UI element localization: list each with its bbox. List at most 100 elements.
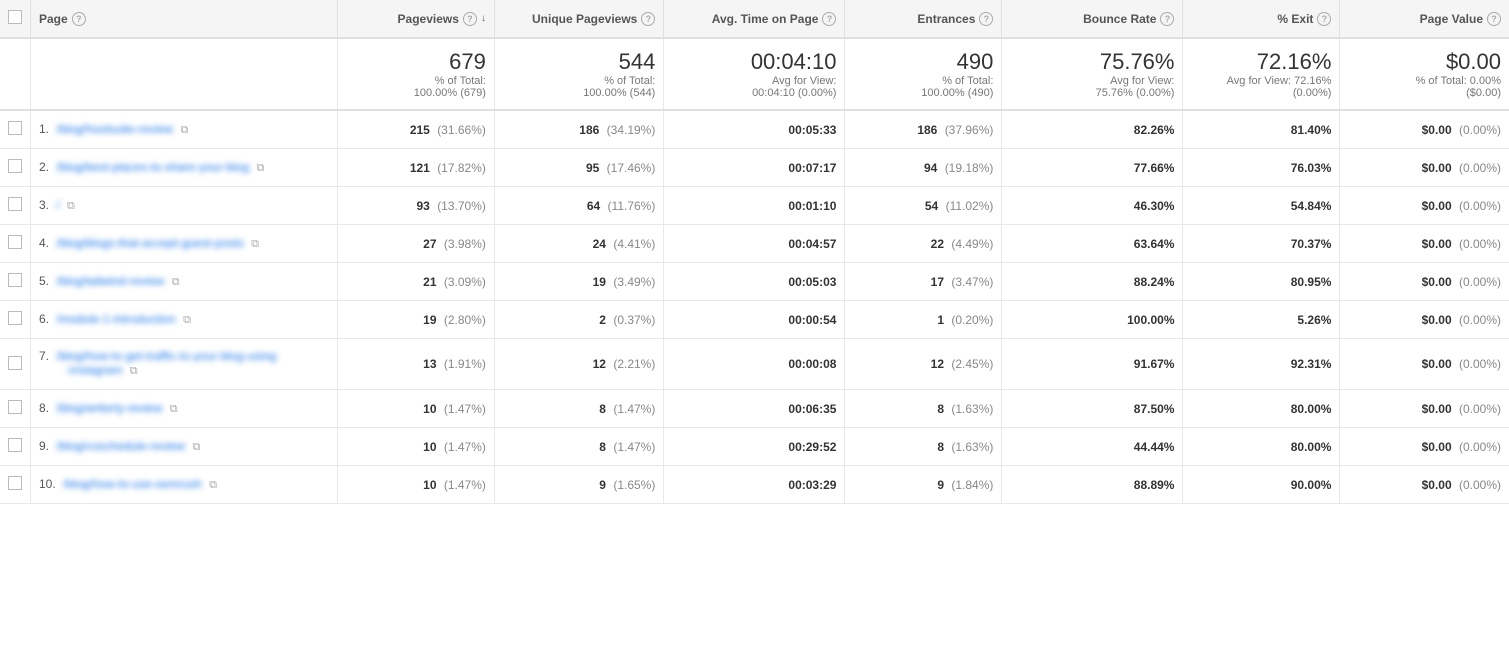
pageviews-help-icon[interactable]: ? <box>463 12 477 26</box>
row-unique-main: 95 <box>586 161 599 175</box>
page-value-column-header: Page Value ? <box>1340 0 1509 38</box>
row-page-value-cell: $0.00 (0.00%) <box>1340 110 1509 149</box>
table-row: 2. /blog/best-places-to-share-your-blog … <box>0 149 1509 187</box>
table-header-row: Page ? Pageviews ? ↓ Unique Pageviews ? <box>0 0 1509 38</box>
row-pct-exit-cell: 80.00% <box>1183 428 1340 466</box>
copy-icon[interactable]: ⧉ <box>170 403 184 417</box>
row-page-cell: 8. /blog/writerly-review ⧉ <box>31 390 338 428</box>
row-unique-pct: (2.21%) <box>613 357 655 371</box>
row-bounce-rate-main: 82.26% <box>1134 123 1175 137</box>
table-row: 3. / ⧉ 93 (13.70%) 64 (11.76%) 00:01:10 … <box>0 187 1509 225</box>
copy-icon[interactable]: ⧉ <box>67 200 81 214</box>
row-checkbox[interactable] <box>8 235 22 249</box>
row-avg-time-main: 00:03:29 <box>788 478 836 492</box>
row-checkbox[interactable] <box>8 159 22 173</box>
row-checkbox-cell[interactable] <box>0 301 31 339</box>
copy-icon[interactable]: ⧉ <box>209 479 223 493</box>
row-checkbox[interactable] <box>8 311 22 325</box>
row-checkbox[interactable] <box>8 121 22 135</box>
row-unique-pct: (3.49%) <box>613 275 655 289</box>
page-link[interactable]: /blog/blogs-that-accept-guest-posts <box>56 236 243 250</box>
row-entrances-main: 8 <box>937 402 944 416</box>
unique-pageviews-help-icon[interactable]: ? <box>641 12 655 26</box>
totals-entrances-sub2: 100.00% (490) <box>853 87 993 99</box>
row-checkbox[interactable] <box>8 356 22 370</box>
row-pageviews-cell: 13 (1.91%) <box>337 339 494 390</box>
select-all-header[interactable] <box>0 0 31 38</box>
page-value-help-icon[interactable]: ? <box>1487 12 1501 26</box>
copy-icon[interactable]: ⧉ <box>251 238 265 252</box>
copy-icon[interactable]: ⧉ <box>256 162 270 176</box>
row-pct-exit-main: 90.00% <box>1291 478 1332 492</box>
page-link[interactable]: /module-1-introduction <box>56 312 175 326</box>
row-pct-exit-cell: 90.00% <box>1183 466 1340 504</box>
row-checkbox-cell[interactable] <box>0 110 31 149</box>
page-link[interactable]: /blog/how-to-use-semrush <box>63 477 202 491</box>
row-entrances-main: 94 <box>924 161 937 175</box>
row-unique-pct: (17.46%) <box>607 161 656 175</box>
row-pct-exit-cell: 70.37% <box>1183 225 1340 263</box>
unique-pageviews-header-label: Unique Pageviews <box>532 12 637 26</box>
row-checkbox-cell[interactable] <box>0 466 31 504</box>
row-checkbox[interactable] <box>8 197 22 211</box>
row-checkbox-cell[interactable] <box>0 149 31 187</box>
entrances-help-icon[interactable]: ? <box>979 12 993 26</box>
page-help-icon[interactable]: ? <box>72 12 86 26</box>
page-link[interactable]: /blog/best-places-to-share-your-blog <box>56 160 249 174</box>
row-checkbox-cell[interactable] <box>0 390 31 428</box>
row-checkbox[interactable] <box>8 400 22 414</box>
page-link[interactable]: /blog/hootsuite-review <box>56 122 173 136</box>
row-pct-exit-cell: 92.31% <box>1183 339 1340 390</box>
page-link[interactable]: /blog/tailwind-review <box>56 274 164 288</box>
row-checkbox-cell[interactable] <box>0 263 31 301</box>
row-unique-cell: 19 (3.49%) <box>494 263 663 301</box>
page-link[interactable]: /blog/how-to-get-traffic-to-your-blog-us… <box>39 349 276 377</box>
row-entrances-main: 17 <box>931 275 944 289</box>
copy-icon[interactable]: ⧉ <box>172 276 186 290</box>
copy-icon[interactable]: ⧉ <box>130 365 144 379</box>
row-unique-cell: 64 (11.76%) <box>494 187 663 225</box>
page-link[interactable]: / <box>56 198 59 212</box>
row-page-value-cell: $0.00 (0.00%) <box>1340 301 1509 339</box>
pct-exit-help-icon[interactable]: ? <box>1317 12 1331 26</box>
row-entrances-cell: 8 (1.63%) <box>845 428 1002 466</box>
row-entrances-main: 54 <box>925 199 938 213</box>
totals-avg-time-cell: 00:04:10 Avg for View: 00:04:10 (0.00%) <box>664 38 845 110</box>
row-pageviews-pct: (3.98%) <box>444 237 486 251</box>
totals-pageviews-cell: 679 % of Total: 100.00% (679) <box>337 38 494 110</box>
avg-time-help-icon[interactable]: ? <box>822 12 836 26</box>
row-bounce-rate-cell: 87.50% <box>1002 390 1183 428</box>
pageviews-sort-icon[interactable]: ↓ <box>481 13 486 24</box>
row-pct-exit-cell: 81.40% <box>1183 110 1340 149</box>
row-page-value-main: $0.00 <box>1422 313 1452 327</box>
bounce-rate-help-icon[interactable]: ? <box>1160 12 1174 26</box>
row-checkbox-cell[interactable] <box>0 339 31 390</box>
page-link[interactable]: /blog/writerly-review <box>56 401 162 415</box>
row-unique-pct: (0.37%) <box>613 313 655 327</box>
row-page-value-pct: (0.00%) <box>1459 199 1501 213</box>
row-checkbox[interactable] <box>8 273 22 287</box>
totals-bounce-rate-sub: Avg for View: <box>1010 75 1174 87</box>
select-all-checkbox[interactable] <box>8 10 22 24</box>
row-checkbox-cell[interactable] <box>0 187 31 225</box>
row-unique-cell: 2 (0.37%) <box>494 301 663 339</box>
row-checkbox[interactable] <box>8 438 22 452</box>
row-bounce-rate-main: 44.44% <box>1134 440 1175 454</box>
row-entrances-main: 1 <box>937 313 944 327</box>
row-avg-time-main: 00:00:08 <box>788 357 836 371</box>
row-checkbox-cell[interactable] <box>0 428 31 466</box>
row-checkbox[interactable] <box>8 476 22 490</box>
page-link[interactable]: /blog/coschedule-review <box>56 439 185 453</box>
page-value-header-label: Page Value <box>1420 12 1483 26</box>
row-number: 6. <box>39 312 49 326</box>
totals-unique-cell: 544 % of Total: 100.00% (544) <box>494 38 663 110</box>
row-pageviews-main: 215 <box>410 123 430 137</box>
copy-icon[interactable]: ⧉ <box>192 441 206 455</box>
row-pageviews-main: 10 <box>423 402 436 416</box>
row-checkbox-cell[interactable] <box>0 225 31 263</box>
row-unique-main: 64 <box>587 199 600 213</box>
copy-icon[interactable]: ⧉ <box>183 314 197 328</box>
row-number: 2. <box>39 160 49 174</box>
row-bounce-rate-cell: 77.66% <box>1002 149 1183 187</box>
copy-icon[interactable]: ⧉ <box>180 124 194 138</box>
